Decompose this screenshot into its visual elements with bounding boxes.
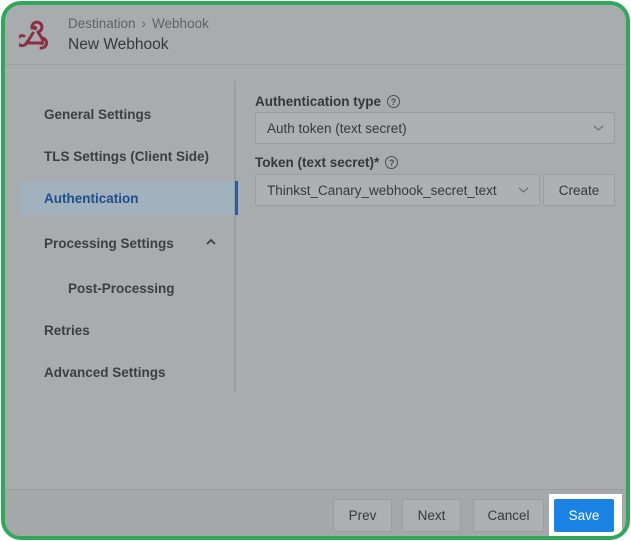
sidebar-item-label: Processing Settings — [44, 235, 174, 251]
token-label: Token (text secret)* ? — [255, 155, 399, 170]
prev-button[interactable]: Prev — [333, 499, 392, 532]
auth-type-label: Authentication type ? — [255, 94, 401, 109]
modal-header: Destination › Webhook New Webhook — [5, 5, 626, 65]
settings-sidebar: General Settings TLS Settings (Client Si… — [20, 81, 238, 392]
auth-type-value: Auth token (text secret) — [267, 120, 407, 136]
help-icon[interactable]: ? — [385, 156, 399, 169]
sidebar-item-label: General Settings — [44, 106, 152, 122]
sidebar-item-label: TLS Settings (Client Side) — [44, 148, 210, 164]
token-value: Thinkst_Canary_webhook_secret_text — [267, 182, 497, 198]
sidebar-item-label: Advanced Settings — [44, 364, 166, 380]
help-icon[interactable]: ? — [387, 95, 401, 108]
sidebar-item-authentication[interactable]: Authentication — [20, 181, 238, 215]
auth-type-label-text: Authentication type — [255, 94, 382, 109]
sidebar-item-processing-settings[interactable]: Processing Settings — [20, 226, 234, 260]
breadcrumb-destination[interactable]: Destination — [68, 16, 136, 31]
save-button-highlight: Save — [549, 494, 622, 536]
breadcrumb-webhook: Webhook — [152, 16, 209, 31]
breadcrumb: Destination › Webhook — [68, 16, 209, 31]
modal-window: Destination › Webhook New Webhook Genera… — [1, 1, 630, 540]
auth-type-select[interactable]: Auth token (text secret) — [255, 112, 615, 144]
chevron-up-icon[interactable] — [206, 238, 216, 246]
token-label-text: Token (text secret)* — [255, 155, 380, 170]
sidebar-item-advanced-settings[interactable]: Advanced Settings — [20, 355, 234, 389]
save-button[interactable]: Save — [554, 499, 614, 532]
sidebar-item-label: Retries — [44, 322, 90, 338]
page-title: New Webhook — [68, 36, 169, 53]
sidebar-item-post-processing[interactable]: Post-Processing — [20, 271, 234, 305]
sidebar-item-retries[interactable]: Retries — [20, 313, 234, 347]
modal-footer: Prev Next Cancel Save — [5, 489, 626, 536]
chevron-down-icon — [593, 125, 604, 131]
token-select[interactable]: Thinkst_Canary_webhook_secret_text — [255, 174, 540, 206]
next-button[interactable]: Next — [402, 499, 461, 532]
active-indicator — [235, 181, 238, 215]
cancel-button[interactable]: Cancel — [473, 499, 544, 532]
webhook-icon — [19, 20, 49, 50]
sidebar-item-label: Post-Processing — [68, 280, 175, 296]
breadcrumb-separator: › — [141, 16, 147, 31]
chevron-down-icon — [518, 187, 529, 193]
create-token-button[interactable]: Create — [543, 174, 615, 206]
sidebar-item-general-settings[interactable]: General Settings — [20, 97, 234, 131]
sidebar-item-tls-settings[interactable]: TLS Settings (Client Side) — [20, 139, 234, 173]
sidebar-item-label: Authentication — [44, 190, 139, 206]
